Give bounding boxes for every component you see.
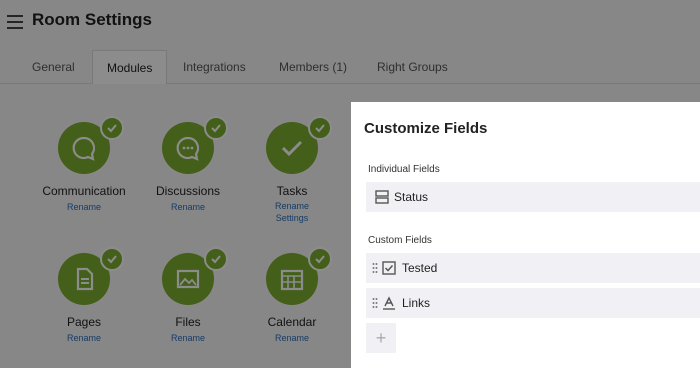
field-row-status[interactable]: Status xyxy=(366,182,700,212)
field-label: Tested xyxy=(402,261,438,275)
customize-fields-panel: Customize Fields Individual Fields Statu… xyxy=(351,102,700,368)
drag-handle-icon[interactable] xyxy=(372,297,378,309)
add-field-button[interactable]: + xyxy=(366,323,396,353)
field-row-tested[interactable]: Tested xyxy=(366,253,700,283)
panel-title: Customize Fields xyxy=(364,120,488,137)
field-label: Links xyxy=(402,296,431,310)
custom-fields-label: Custom Fields xyxy=(368,235,432,246)
field-row-links[interactable]: Links xyxy=(366,288,700,318)
individual-fields-label: Individual Fields xyxy=(368,164,440,175)
checkbox-field-icon xyxy=(382,261,396,275)
text-field-icon xyxy=(383,296,395,310)
status-field-icon xyxy=(375,190,389,204)
drag-handle-icon[interactable] xyxy=(372,262,378,274)
field-label: Status xyxy=(394,190,429,204)
